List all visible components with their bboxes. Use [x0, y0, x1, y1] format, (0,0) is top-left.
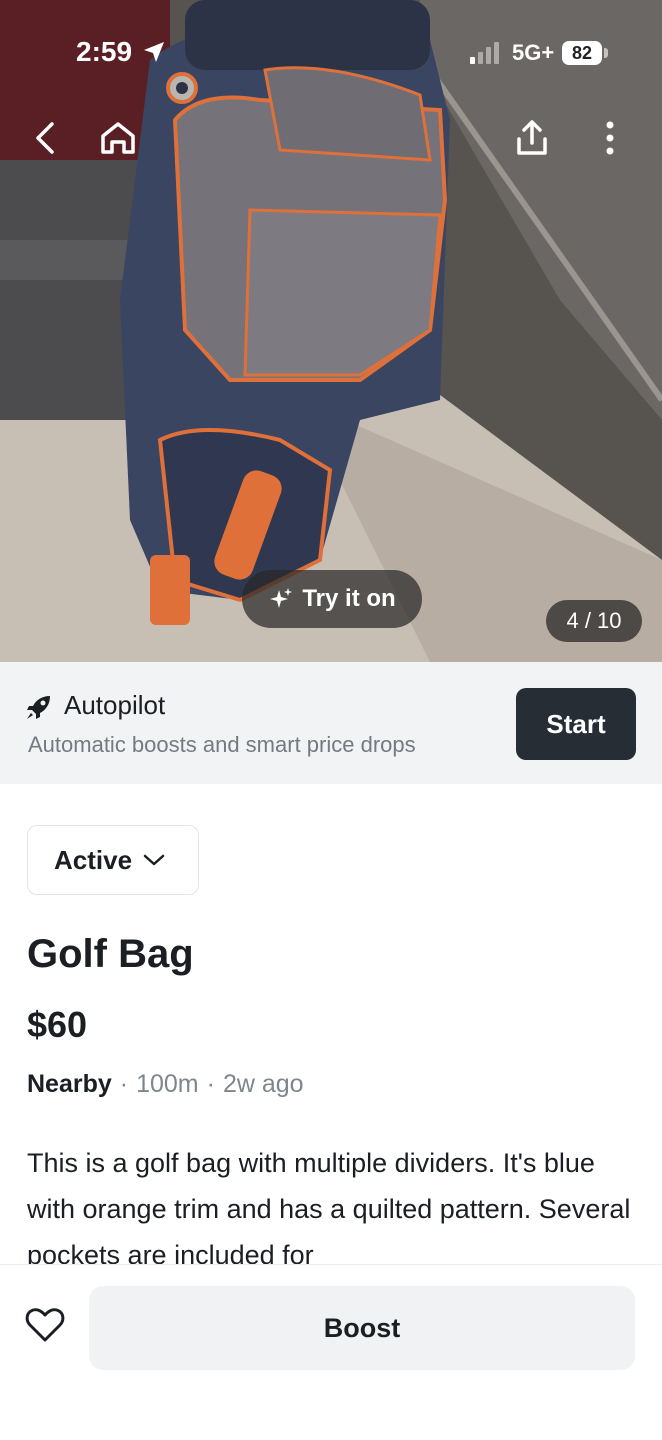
- more-options-button[interactable]: [586, 114, 634, 162]
- listing-age: 2w ago: [222, 1070, 304, 1098]
- share-icon: [517, 120, 547, 155]
- try-it-on-button[interactable]: Try it on: [242, 570, 422, 628]
- home-icon: [101, 122, 135, 154]
- photo-counter: 4 / 10: [546, 600, 642, 642]
- listing-location[interactable]: Nearby: [27, 1070, 112, 1098]
- network-type: 5G+: [512, 40, 555, 65]
- listing-meta: Nearby · 100m · 2w ago: [27, 1070, 304, 1099]
- battery-icon: 82: [562, 41, 602, 65]
- location-arrow-icon: [144, 42, 164, 62]
- listing-description: This is a golf bag with multiple divider…: [27, 1140, 637, 1264]
- heart-icon[interactable]: [24, 1304, 66, 1346]
- try-it-on-label: Try it on: [302, 585, 396, 612]
- back-button[interactable]: [22, 114, 70, 162]
- status-time: 2:59: [76, 36, 133, 67]
- autopilot-title: Autopilot: [64, 690, 166, 720]
- battery-cap: [604, 48, 608, 58]
- chevron-down-icon: [143, 854, 165, 866]
- listing-status-dropdown[interactable]: Active: [27, 825, 199, 895]
- meta-separator: ·: [119, 1070, 129, 1098]
- sparkle-icon: [270, 588, 293, 608]
- status-bar: 2:59 5G+ 82: [0, 0, 662, 110]
- boost-button[interactable]: Boost: [89, 1286, 635, 1370]
- rocket-icon: [27, 696, 50, 719]
- share-button[interactable]: [508, 114, 556, 162]
- chevron-left-icon: [36, 122, 54, 154]
- listing-description-text: This is a golf bag with multiple divider…: [27, 1148, 631, 1264]
- listing-price: $60: [27, 1004, 88, 1045]
- listing-title: Golf Bag: [27, 932, 194, 976]
- autopilot-subtitle: Automatic boosts and smart price drops: [28, 732, 416, 757]
- listing-distance: 100m: [136, 1070, 199, 1098]
- signal-icon: [470, 42, 499, 64]
- home-button[interactable]: [94, 114, 142, 162]
- listing-status-value: Active: [54, 844, 133, 875]
- meta-separator: ·: [206, 1070, 215, 1098]
- start-autopilot-button[interactable]: Start: [516, 688, 636, 760]
- listing-photo[interactable]: 2:59 5G+ 82 Try it on 4 / 10: [0, 0, 662, 662]
- more-vertical-icon: [606, 121, 614, 155]
